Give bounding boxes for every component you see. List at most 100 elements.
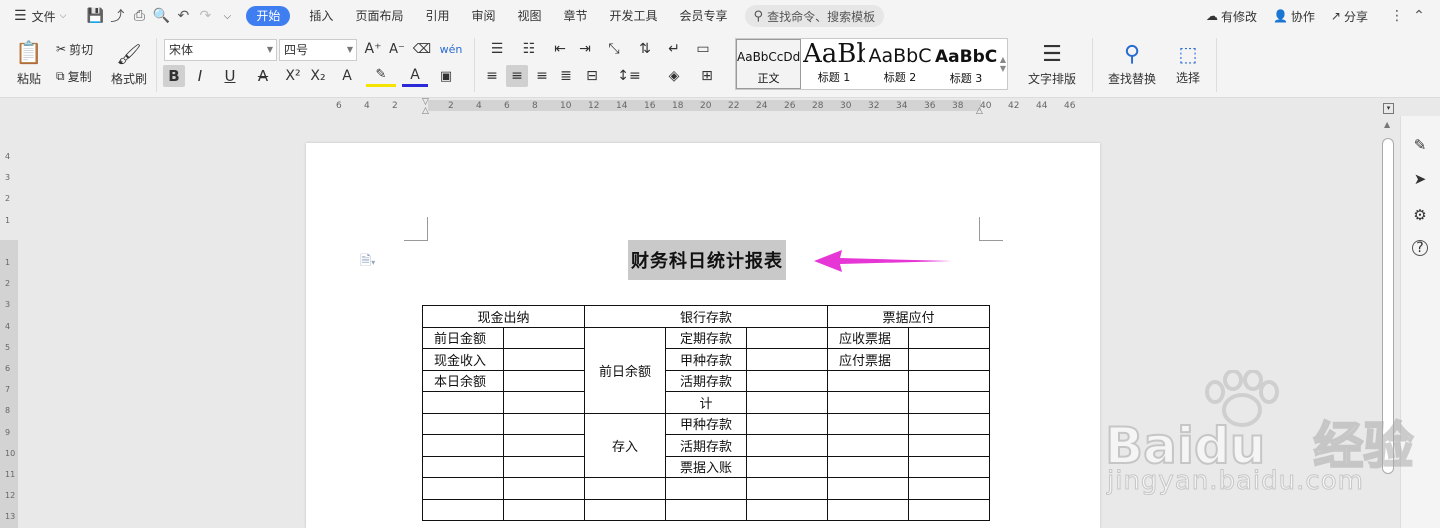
table-cell[interactable]: 票据入账 xyxy=(665,455,747,478)
find-replace-button[interactable]: ⚲ 查找替换 xyxy=(1100,36,1164,92)
style-heading-1[interactable]: AaBb 标题 1 xyxy=(803,39,865,89)
table-cell[interactable] xyxy=(503,498,585,521)
table-cell[interactable] xyxy=(422,477,504,500)
align-center-icon[interactable]: ≡ xyxy=(506,65,528,87)
vertical-ruler[interactable]: 4 3 2 1 1 2 3 4 5 6 7 8 9 10 11 12 13 xyxy=(0,116,18,528)
chinese-layout-icon[interactable]: ⤡ xyxy=(601,39,627,59)
table-cell[interactable] xyxy=(908,455,990,478)
redo-icon[interactable]: ↷ xyxy=(194,5,216,27)
right-indent-marker-icon[interactable]: △ xyxy=(976,106,983,116)
collapse-ribbon-icon[interactable]: ⌃ xyxy=(1408,5,1430,27)
table-grid-icon[interactable]: ▭ xyxy=(693,39,713,59)
sort-icon[interactable]: ⇅ xyxy=(634,39,656,59)
table-cell-merged[interactable]: 存入 xyxy=(584,412,666,478)
format-painter-button[interactable]: 🖌 格式刷 xyxy=(108,36,150,92)
borders-icon[interactable]: ⊞ xyxy=(694,65,720,87)
print-preview-icon[interactable]: 🔍 xyxy=(150,5,172,27)
share-button[interactable]: ↗ 分享 xyxy=(1323,0,1376,32)
line-spacing-icon[interactable]: ↕≡ xyxy=(615,65,643,87)
tab-insert[interactable]: 插入 xyxy=(298,0,344,32)
bold-button[interactable]: B xyxy=(163,65,185,87)
paste-button[interactable]: 📋 粘贴 xyxy=(10,36,48,92)
tab-review[interactable]: 审阅 xyxy=(460,0,506,32)
table-cell[interactable]: 甲种存款 xyxy=(665,412,747,435)
show-marks-icon[interactable]: ↵ xyxy=(662,39,686,59)
print-icon[interactable]: ⎙ xyxy=(128,5,150,27)
save-icon[interactable]: 💾 xyxy=(84,5,106,27)
table-cell[interactable] xyxy=(827,434,909,457)
table-cell[interactable] xyxy=(746,369,828,392)
char-border-button[interactable]: ▣ xyxy=(436,65,456,87)
table-cell[interactable]: 定期存款 xyxy=(665,326,747,349)
align-left-icon[interactable]: ≡ xyxy=(482,65,502,87)
shading-icon[interactable]: ◈ xyxy=(660,65,688,87)
copy-button[interactable]: ⧉ 复制 xyxy=(56,65,92,87)
table-cell[interactable] xyxy=(503,455,585,478)
quick-access-dropdown-icon[interactable]: ⌵ xyxy=(216,5,238,27)
table-cell[interactable] xyxy=(503,391,585,414)
table-cell[interactable] xyxy=(503,369,585,392)
table-cell[interactable]: 计 xyxy=(665,391,747,414)
table-cell[interactable] xyxy=(827,455,909,478)
file-menu[interactable]: ☰ 文件 ⌵ xyxy=(0,0,74,32)
style-normal[interactable]: AaBbCcDd 正文 xyxy=(736,39,801,89)
table-cell[interactable] xyxy=(422,455,504,478)
tab-developer[interactable]: 开发工具 xyxy=(599,0,669,32)
tab-references[interactable]: 引用 xyxy=(414,0,460,32)
table-cell[interactable] xyxy=(746,391,828,414)
font-size-select[interactable]: 四号 ▼ xyxy=(279,39,357,61)
distribute-icon[interactable]: ⊟ xyxy=(582,65,602,87)
tab-home[interactable]: 开始 xyxy=(246,6,291,26)
align-right-icon[interactable]: ≡ xyxy=(532,65,552,87)
style-heading-3[interactable]: AaBbC 标题 3 xyxy=(935,39,997,89)
modified-button[interactable]: ☁ 有修改 xyxy=(1198,0,1265,32)
cursor-pointer-icon[interactable]: ➤ xyxy=(1409,168,1431,190)
subscript-button[interactable]: X₂ xyxy=(307,65,329,87)
table-cell[interactable] xyxy=(746,412,828,435)
table-cell[interactable] xyxy=(908,369,990,392)
collab-button[interactable]: 👤 协作 xyxy=(1265,0,1323,32)
header-bank[interactable]: 银行存款 xyxy=(584,305,828,328)
clear-format-icon[interactable]: ⌫ xyxy=(412,39,432,59)
table-cell[interactable] xyxy=(665,498,747,521)
tab-page-layout[interactable]: 页面布局 xyxy=(344,0,414,32)
paragraph-options-icon[interactable]: 🗎▾ xyxy=(360,250,375,274)
font-name-select[interactable]: 宋体 ▼ xyxy=(164,39,277,61)
table-cell[interactable] xyxy=(746,434,828,457)
table-cell[interactable]: 前日金额 xyxy=(422,326,504,349)
command-search[interactable]: ⚲ 查找命令、搜索模板 xyxy=(744,5,885,27)
table-cell[interactable] xyxy=(422,412,504,435)
header-cash[interactable]: 现金出纳 xyxy=(422,305,585,328)
header-bills[interactable]: 票据应付 xyxy=(827,305,990,328)
table-cell[interactable] xyxy=(584,477,666,500)
underline-button[interactable]: U xyxy=(215,65,245,87)
italic-button[interactable]: I xyxy=(190,65,210,87)
phonetic-guide-icon[interactable]: wén xyxy=(438,39,464,59)
table-cell[interactable]: 活期存款 xyxy=(665,369,747,392)
style-gallery-scroll-icon[interactable]: ▲ ▼ xyxy=(998,39,1008,89)
table-cell[interactable] xyxy=(908,391,990,414)
table-cell[interactable] xyxy=(503,348,585,371)
indent-marker-icon[interactable]: ▽ △ xyxy=(422,98,430,116)
table-cell[interactable] xyxy=(503,326,585,349)
text-effect-button[interactable]: A xyxy=(334,65,360,87)
table-cell[interactable] xyxy=(908,498,990,521)
table-cell[interactable]: 本日余额 xyxy=(422,369,504,392)
tab-view[interactable]: 视图 xyxy=(506,0,552,32)
highlight-button[interactable]: ✎ xyxy=(366,65,396,87)
select-button[interactable]: ⬚ 选择 xyxy=(1166,36,1210,92)
edit-pen-icon[interactable]: ✎ xyxy=(1409,134,1431,156)
grow-font-icon[interactable]: A⁺ xyxy=(363,39,383,59)
table-cell[interactable] xyxy=(827,412,909,435)
adjust-sliders-icon[interactable]: ⚙ xyxy=(1409,204,1431,226)
table-cell[interactable] xyxy=(746,498,828,521)
bullet-list-icon[interactable]: ☰ xyxy=(484,39,510,59)
scroll-options-icon[interactable]: ▾ xyxy=(1383,103,1394,114)
table-cell[interactable] xyxy=(827,477,909,500)
tab-member[interactable]: 会员专享 xyxy=(669,0,739,32)
document-page[interactable]: 🗎▾ 财务科日统计报表 现金出纳 银行存款 票据应付 前日金额 前日余额 定期存… xyxy=(306,143,1100,528)
table-cell[interactable] xyxy=(746,477,828,500)
numbered-list-icon[interactable]: ☷ xyxy=(516,39,542,59)
style-heading-2[interactable]: AaBbC 标题 2 xyxy=(867,39,933,89)
tab-chapter[interactable]: 章节 xyxy=(553,0,599,32)
